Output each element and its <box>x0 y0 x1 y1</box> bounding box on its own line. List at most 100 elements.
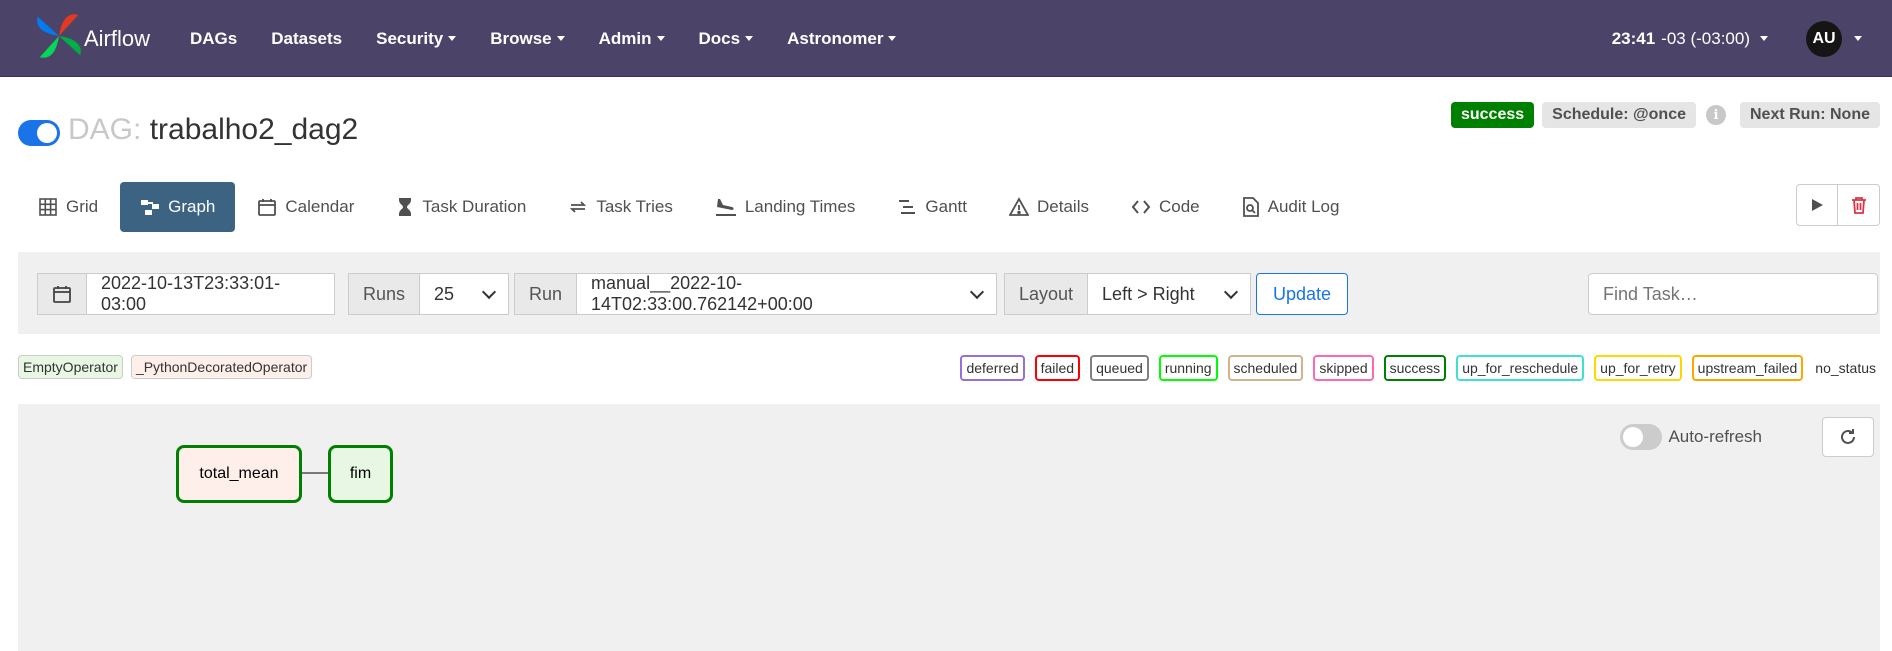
runs-label: Runs <box>348 273 421 315</box>
chevron-down-icon <box>481 284 497 299</box>
tab-label: Details <box>1037 197 1089 216</box>
find-task-input[interactable] <box>1588 273 1878 315</box>
code-icon <box>1131 200 1151 214</box>
tab-label: Task Duration <box>422 197 527 216</box>
info-icon[interactable]: i <box>1706 105 1726 125</box>
nav-security[interactable]: Security <box>376 28 457 49</box>
tab-details[interactable]: Details <box>989 182 1109 232</box>
nav-admin[interactable]: Admin <box>599 29 665 49</box>
state-legend-item[interactable]: success <box>1383 355 1447 381</box>
tab-graph[interactable]: Graph <box>120 182 236 232</box>
state-legend-item[interactable]: up_for_retry <box>1594 355 1682 381</box>
tab-audit-log[interactable]: Audit Log <box>1222 182 1360 232</box>
layout-value: Left > Right <box>1102 283 1195 304</box>
update-button[interactable]: Update <box>1256 273 1349 315</box>
dag-view-tabs: Grid Graph Calendar Task Duration Task T… <box>18 182 1361 232</box>
refresh-button[interactable] <box>1822 417 1874 457</box>
chevron-down-icon <box>1223 284 1239 299</box>
user-avatar[interactable]: AU <box>1806 20 1842 57</box>
top-navbar: Airflow DAGs Datasets Security Browse Ad… <box>0 0 1892 77</box>
caret-down-icon <box>745 36 754 41</box>
gantt-icon <box>899 200 916 214</box>
nav-docs[interactable]: Docs <box>699 29 754 49</box>
layout-label: Layout <box>1004 273 1089 315</box>
state-legend-item[interactable]: upstream_failed <box>1691 355 1804 381</box>
plane-landing-icon <box>715 199 736 216</box>
task-node-total-mean[interactable]: total_mean <box>176 445 302 503</box>
dag-pause-toggle[interactable] <box>18 120 60 146</box>
state-legend: deferred failed queued running scheduled… <box>950 355 1876 381</box>
tab-label: Code <box>1158 197 1200 216</box>
auto-refresh-toggle[interactable]: Auto-refresh <box>1620 424 1762 450</box>
file-search-icon <box>1242 197 1259 217</box>
tab-gantt[interactable]: Gantt <box>877 182 987 232</box>
auto-refresh-label: Auto-refresh <box>1668 427 1762 446</box>
state-legend-item[interactable]: queued <box>1090 355 1149 381</box>
timezone-dropdown[interactable]: 23:41 -03 (-03:00) <box>1612 29 1768 49</box>
user-menu-caret-icon[interactable] <box>1854 36 1862 41</box>
caret-down-icon <box>656 36 665 41</box>
caret-down-icon <box>556 36 565 41</box>
clock-timezone: -03 (-03:00) <box>1661 28 1750 48</box>
refresh-icon <box>1841 429 1855 444</box>
nav-security-label: Security <box>376 28 444 48</box>
airflow-logo-icon <box>37 14 81 58</box>
nav-dags-label: DAGs <box>190 28 238 48</box>
state-legend-item[interactable]: deferred <box>960 355 1025 381</box>
layout-select[interactable]: Left > Right <box>1088 273 1252 315</box>
caret-down-icon <box>448 36 457 41</box>
state-legend-item[interactable]: scheduled <box>1227 355 1304 381</box>
delete-dag-button[interactable] <box>1838 184 1880 226</box>
tab-calendar[interactable]: Calendar <box>237 182 374 232</box>
tab-grid[interactable]: Grid <box>18 182 118 232</box>
tab-code[interactable]: Code <box>1111 182 1220 232</box>
nav-browse[interactable]: Browse <box>490 28 565 49</box>
base-date-input[interactable]: 2022-10-13T23:33:01-03:00 <box>87 273 335 315</box>
tab-label: Task Tries <box>596 197 673 216</box>
state-legend-item[interactable]: running <box>1158 355 1218 381</box>
num-runs-value: 25 <box>434 283 455 304</box>
grid-icon <box>39 198 57 216</box>
brand-link[interactable]: Airflow <box>30 6 160 66</box>
run-value: manual__2022-10-14T02:33:00.762142+00:00 <box>591 273 813 314</box>
brand-name: Airflow <box>84 26 151 51</box>
next-run-badge: Next Run: None <box>1740 102 1880 128</box>
dag-status-badge: success <box>1450 102 1535 128</box>
schedule-badge: Schedule: @once <box>1542 102 1696 128</box>
tab-label: Audit Log <box>1267 197 1340 216</box>
tab-task-tries[interactable]: Task Tries <box>548 182 693 232</box>
run-select[interactable]: manual__2022-10-14T02:33:00.762142+00:00 <box>577 273 998 315</box>
task-node-label: fim <box>349 465 372 482</box>
play-icon <box>1812 199 1823 211</box>
nav-astronomer-label: Astronomer <box>787 28 884 48</box>
nav-admin-label: Admin <box>598 28 652 48</box>
date-picker-button[interactable] <box>37 273 87 315</box>
num-runs-select[interactable]: 25 <box>420 273 510 315</box>
nav-browse-label: Browse <box>490 28 552 48</box>
task-node-label: total_mean <box>199 465 279 482</box>
dag-title-name: trabalho2_dag2 <box>149 113 359 146</box>
page-title: DAG: trabalho2_dag2 <box>68 113 358 147</box>
calendar-icon <box>258 199 277 216</box>
state-legend-item[interactable]: skipped <box>1313 355 1374 381</box>
dag-graph-canvas[interactable]: Auto-refresh total_mean fim <box>18 404 1880 651</box>
nav-datasets-label: Datasets <box>271 28 343 48</box>
state-legend-item[interactable]: no_status <box>1815 360 1876 376</box>
state-legend-item[interactable]: failed <box>1034 355 1081 381</box>
caret-down-icon <box>1760 36 1768 41</box>
tab-landing-times[interactable]: Landing Times <box>695 182 876 232</box>
tab-task-duration[interactable]: Task Duration <box>376 182 546 232</box>
state-legend-item[interactable]: up_for_reschedule <box>1456 355 1585 381</box>
retry-icon <box>570 201 587 213</box>
nav-datasets[interactable]: Datasets <box>271 29 342 49</box>
trigger-dag-button[interactable] <box>1796 184 1838 226</box>
nav-astronomer[interactable]: Astronomer <box>787 28 897 49</box>
operator-legend: EmptyOperator _PythonDecoratedOperator <box>18 355 320 379</box>
operator-legend-item: _PythonDecoratedOperator <box>130 355 313 379</box>
clock-time: 23:41 <box>1611 28 1656 48</box>
tab-label: Graph <box>168 197 216 216</box>
tab-label: Grid <box>66 197 99 216</box>
toggle-switch-icon <box>1620 424 1663 450</box>
nav-dags[interactable]: DAGs <box>190 29 237 49</box>
task-node-fim[interactable]: fim <box>328 445 393 503</box>
